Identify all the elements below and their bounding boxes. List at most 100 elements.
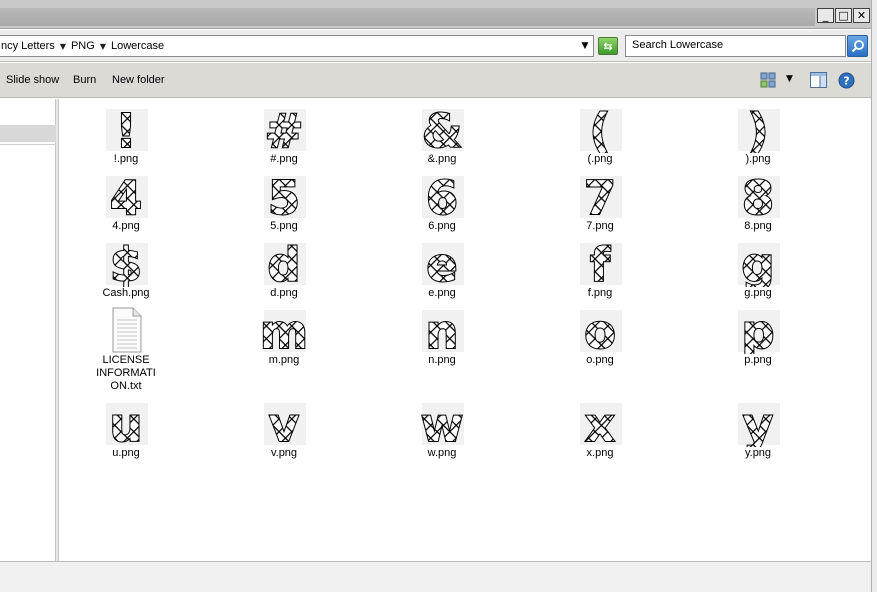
title-bar: _ □ ✕	[0, 0, 877, 29]
search-input[interactable]: Search Lowercase	[625, 35, 846, 57]
image-thumbnail[interactable]: $	[102, 237, 150, 293]
image-thumbnail[interactable]: 4	[102, 170, 150, 226]
svg-text:?: ?	[843, 75, 849, 88]
svg-text:v: v	[269, 399, 299, 447]
file-name: 8.png	[744, 220, 772, 232]
svg-text:y: y	[743, 399, 773, 447]
svg-text:7: 7	[584, 172, 616, 220]
svg-text:8: 8	[742, 172, 774, 220]
svg-text:$: $	[110, 239, 142, 287]
svg-text:5: 5	[268, 172, 300, 220]
file-name: LICENSE INFORMATI ON.txt	[96, 354, 156, 392]
image-thumbnail[interactable]: m	[259, 304, 309, 360]
file-name: y.png	[744, 447, 772, 459]
chevron-down-icon[interactable]: ▼	[786, 74, 793, 84]
image-thumbnail[interactable]: e	[418, 237, 466, 293]
file-name: o.png	[586, 354, 614, 366]
file-name: !.png	[113, 153, 139, 165]
file-name: n.png	[428, 354, 456, 366]
file-name: #.png	[270, 153, 298, 165]
text-file-icon[interactable]	[102, 306, 150, 354]
svg-text:&: &	[422, 105, 462, 153]
file-name: m.png	[268, 354, 300, 366]
command-bar: Slide show Burn New folder ▼ ?	[0, 63, 871, 98]
svg-text:w: w	[421, 399, 464, 447]
file-name: x.png	[586, 447, 614, 459]
file-name: Cash.png	[102, 287, 150, 299]
image-thumbnail[interactable]: y	[734, 397, 782, 453]
image-thumbnail[interactable]: u	[102, 397, 150, 453]
image-thumbnail[interactable]: g	[734, 237, 782, 293]
svg-text:): )	[747, 105, 768, 153]
chevron-down-icon[interactable]: ▼	[98, 42, 111, 51]
refresh-icon[interactable]: ⇆	[598, 37, 618, 55]
image-thumbnail[interactable]: )	[734, 103, 782, 159]
breadcrumb[interactable]: ncy Letters ▼ PNG ▼ Lowercase	[0, 35, 594, 57]
file-name: u.png	[112, 447, 140, 459]
file-list: !!.png##.png&&.png((.png)).png-.png00.pn…	[60, 99, 871, 561]
image-thumbnail[interactable]: 8	[734, 170, 782, 226]
breadcrumb-item[interactable]: ncy Letters	[1, 40, 58, 52]
svg-text:g: g	[742, 239, 775, 287]
pane-splitter[interactable]	[56, 99, 59, 561]
title-band	[0, 8, 815, 26]
image-thumbnail[interactable]: d	[260, 237, 308, 293]
file-name: f.png	[587, 287, 613, 299]
file-name: 5.png	[270, 220, 298, 232]
nav-selected-item[interactable]	[0, 125, 56, 142]
file-name: (.png	[587, 153, 613, 165]
maximize-button[interactable]: □	[835, 8, 852, 23]
image-thumbnail[interactable]: f	[576, 237, 624, 293]
image-thumbnail[interactable]: 7	[576, 170, 624, 226]
file-name: 4.png	[112, 220, 140, 232]
svg-text:o: o	[584, 306, 616, 354]
image-thumbnail[interactable]: !	[102, 103, 150, 159]
views-icon[interactable]	[760, 72, 776, 91]
burn-button[interactable]: Burn	[73, 74, 96, 86]
file-name: e.png	[428, 287, 456, 299]
slideshow-button[interactable]: Slide show	[6, 74, 59, 86]
caption-buttons: _ □ ✕	[817, 8, 870, 23]
svg-text:(: (	[589, 105, 610, 153]
file-name: d.png	[270, 287, 298, 299]
svg-text:u: u	[110, 399, 143, 447]
svg-text:p: p	[742, 306, 775, 354]
minimize-button[interactable]: _	[817, 8, 834, 23]
image-thumbnail[interactable]: #	[260, 103, 308, 159]
image-thumbnail[interactable]: n	[418, 304, 466, 360]
svg-text:4: 4	[110, 172, 142, 220]
svg-text:#: #	[265, 105, 304, 153]
search-icon[interactable]	[847, 35, 868, 57]
file-name: w.png	[427, 447, 457, 459]
image-thumbnail[interactable]: x	[576, 397, 624, 453]
image-thumbnail[interactable]: &	[418, 103, 466, 159]
new-folder-button[interactable]: New folder	[112, 74, 165, 86]
image-thumbnail[interactable]: 5	[260, 170, 308, 226]
navigation-pane[interactable]	[0, 99, 56, 561]
image-thumbnail[interactable]: w	[418, 397, 466, 453]
help-icon[interactable]: ?	[838, 72, 855, 92]
preview-pane-icon[interactable]	[810, 72, 827, 91]
address-bar: ncy Letters ▼ PNG ▼ Lowercase ▼ ⇆ Search…	[0, 30, 871, 62]
file-name: 7.png	[586, 220, 614, 232]
svg-text:x: x	[585, 399, 615, 447]
details-pane	[0, 561, 871, 592]
image-thumbnail[interactable]: o	[576, 304, 624, 360]
image-thumbnail[interactable]: v	[260, 397, 308, 453]
address-history-dropdown[interactable]: ▼	[577, 36, 593, 56]
close-button[interactable]: ✕	[853, 8, 870, 23]
svg-text:6: 6	[426, 172, 458, 220]
breadcrumb-item[interactable]: Lowercase	[111, 40, 167, 52]
image-thumbnail[interactable]: 6	[418, 170, 466, 226]
chevron-down-icon[interactable]: ▼	[58, 42, 71, 51]
breadcrumb-item[interactable]: PNG	[71, 40, 98, 52]
file-name: &.png	[427, 153, 457, 165]
image-thumbnail[interactable]: p	[734, 304, 782, 360]
svg-text:f: f	[590, 239, 611, 287]
file-name: v.png	[270, 447, 298, 459]
image-thumbnail[interactable]: (	[576, 103, 624, 159]
svg-text:!: !	[116, 105, 137, 153]
file-name: 6.png	[428, 220, 456, 232]
svg-text:n: n	[426, 306, 459, 354]
svg-text:d: d	[268, 239, 301, 287]
